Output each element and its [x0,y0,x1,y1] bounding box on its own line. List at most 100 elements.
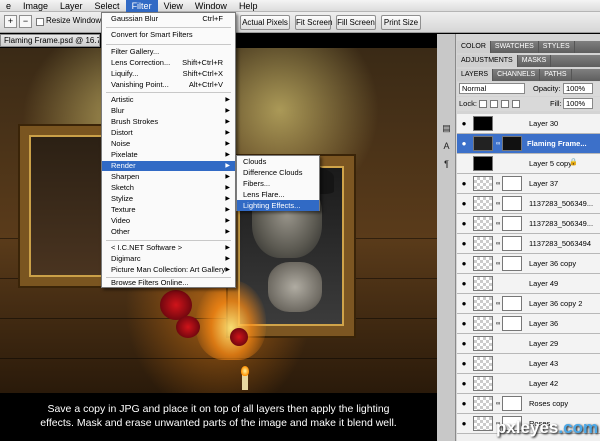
tab-adjustments[interactable]: ADJUSTMENTS [457,55,518,67]
layer-row[interactable]: Layer 5 copy 🔒 [457,154,600,174]
menu-item-artistic[interactable]: Artistic ▶ [102,95,235,105]
layer-row[interactable]: ● ∞ Layer 36 copy [457,254,600,274]
fill-screen-button[interactable]: Fill Screen [336,15,376,30]
print-size-button[interactable]: Print Size [381,15,421,30]
lock-pixels-icon[interactable] [490,100,498,108]
lock-transparency-icon[interactable] [479,100,487,108]
zoom-in-icon[interactable]: + [4,15,17,28]
actual-pixels-button[interactable]: Actual Pixels [240,15,290,30]
eye-icon[interactable]: ● [459,379,469,388]
menu-item-distort[interactable]: Distort ▶ [102,128,235,138]
menu-item-liquify[interactable]: Liquify... Shift+Ctrl+X [102,69,235,79]
menu-item-gaussian-blur[interactable]: Gaussian Blur Ctrl+F [102,14,235,24]
zoom-out-icon[interactable]: − [19,15,32,28]
menu-image[interactable]: Image [17,0,54,12]
layer-row[interactable]: ● Layer 42 [457,374,600,394]
menu-item-brush-strokes[interactable]: Brush Strokes ▶ [102,117,235,127]
tab-paths[interactable]: PATHS [540,69,572,81]
layer-row[interactable]: ● Layer 49 [457,274,600,294]
rose [230,328,248,346]
tab-swatches[interactable]: SWATCHES [491,41,539,53]
eye-icon[interactable]: ● [459,339,469,348]
menu-item-digimarc[interactable]: Digimarc ▶ [102,254,235,264]
eye-icon[interactable]: ● [459,259,469,268]
layer-row[interactable]: ● ∞ Flaming Frame... [457,134,600,154]
menu-item-sharpen[interactable]: Sharpen ▶ [102,172,235,182]
eye-hidden-icon[interactable] [459,159,469,168]
submenu-arrow-icon: ▶ [225,130,230,136]
layer-row[interactable]: ● ∞ Roses copy [457,394,600,414]
menu-item-convert-smart-filters[interactable]: Convert for Smart Filters [102,30,235,40]
eye-icon[interactable]: ● [459,179,469,188]
eye-icon[interactable]: ● [459,359,469,368]
layer-row[interactable]: ● ∞ 1137283_506349... [457,194,600,214]
layer-row[interactable]: ● ∞ 1137283_5063494 [457,234,600,254]
layer-row[interactable]: ● ∞ Layer 36 copy 2 [457,294,600,314]
menu-item-icnet-software[interactable]: < I.C.NET Software > ▶ [102,243,235,253]
submenu-arrow-icon: ▶ [225,185,230,191]
menu-item-video[interactable]: Video ▶ [102,216,235,226]
menu-edit[interactable]: e [0,0,17,12]
layer-row[interactable]: ● Layer 29 [457,334,600,354]
menu-item-blur[interactable]: Blur ▶ [102,106,235,116]
blend-mode-select[interactable]: Normal [459,83,525,94]
eye-icon[interactable]: ● [459,399,469,408]
menu-item-noise[interactable]: Noise ▶ [102,139,235,149]
menu-window[interactable]: Window [189,0,233,12]
menu-item-browse-filters-online[interactable]: Browse Filters Online... [102,278,235,288]
tab-layers[interactable]: LAYERS [457,69,494,81]
submenu-arrow-icon: ▶ [225,245,230,251]
menu-view[interactable]: View [158,0,189,12]
lock-all-icon[interactable] [512,100,520,108]
menu-layer[interactable]: Layer [54,0,89,12]
menu-item-stylize[interactable]: Stylize ▶ [102,194,235,204]
eye-icon[interactable]: ● [459,219,469,228]
tab-channels[interactable]: CHANNELS [493,69,541,81]
eye-icon[interactable]: ● [459,319,469,328]
menu-item-filter-gallery[interactable]: Filter Gallery... [102,47,235,57]
menu-item-lens-correction[interactable]: Lens Correction... Shift+Ctrl+R [102,58,235,68]
menu-filter[interactable]: Filter [125,0,158,12]
opacity-input[interactable]: 100% [563,83,593,94]
eye-icon[interactable]: ● [459,239,469,248]
paragraph-icon[interactable]: ¶ [440,158,453,171]
history-icon[interactable]: ▤ [440,122,453,135]
menu-item-render[interactable]: Render ▶ [102,161,235,171]
tab-color[interactable]: COLOR [457,41,491,53]
layer-row[interactable]: ● Layer 43 [457,354,600,374]
tab-masks[interactable]: MASKS [518,55,552,67]
submenu-item-fibers[interactable]: Fibers... [237,178,319,189]
eye-icon[interactable]: ● [459,419,469,428]
eye-icon[interactable]: ● [459,199,469,208]
layer-row[interactable]: ● Layer 30 [457,114,600,134]
eye-icon[interactable]: ● [459,139,469,148]
eye-icon[interactable]: ● [459,299,469,308]
tab-styles[interactable]: STYLES [539,41,575,53]
chain-link-icon: ∞ [496,321,501,327]
resize-windows-checkbox[interactable] [36,18,44,26]
menu-item-sketch[interactable]: Sketch ▶ [102,183,235,193]
submenu-item-lighting-effects[interactable]: Lighting Effects... [237,200,319,211]
layer-thumbnail [473,236,493,251]
menu-item-texture[interactable]: Texture ▶ [102,205,235,215]
menu-item-pixelate[interactable]: Pixelate ▶ [102,150,235,160]
menu-item-vanishing-point[interactable]: Vanishing Point... Alt+Ctrl+V [102,80,235,90]
submenu-item-lens-flare[interactable]: Lens Flare... [237,189,319,200]
fill-input[interactable]: 100% [563,98,593,109]
submenu-item-clouds[interactable]: Clouds [237,156,319,167]
layer-row[interactable]: ● ∞ 1137283_506349... [457,214,600,234]
character-icon[interactable]: A [440,140,453,153]
candle [242,374,248,390]
menu-item-picture-man-collection[interactable]: Picture Man Collection: Art Gallery ▶ [102,265,235,275]
menu-item-other[interactable]: Other ▶ [102,227,235,237]
eye-icon[interactable]: ● [459,119,469,128]
menu-select[interactable]: Select [89,0,126,12]
fit-screen-button[interactable]: Fit Screen [295,15,332,30]
layer-row[interactable]: ● ∞ Layer 37 [457,174,600,194]
eye-icon[interactable]: ● [459,279,469,288]
document-tab[interactable]: Flaming Frame.psd @ 16.7% [0,34,100,47]
layer-row[interactable]: ● ∞ Layer 36 [457,314,600,334]
submenu-item-difference-clouds[interactable]: Difference Clouds [237,167,319,178]
lock-position-icon[interactable] [501,100,509,108]
menu-help[interactable]: Help [233,0,264,12]
